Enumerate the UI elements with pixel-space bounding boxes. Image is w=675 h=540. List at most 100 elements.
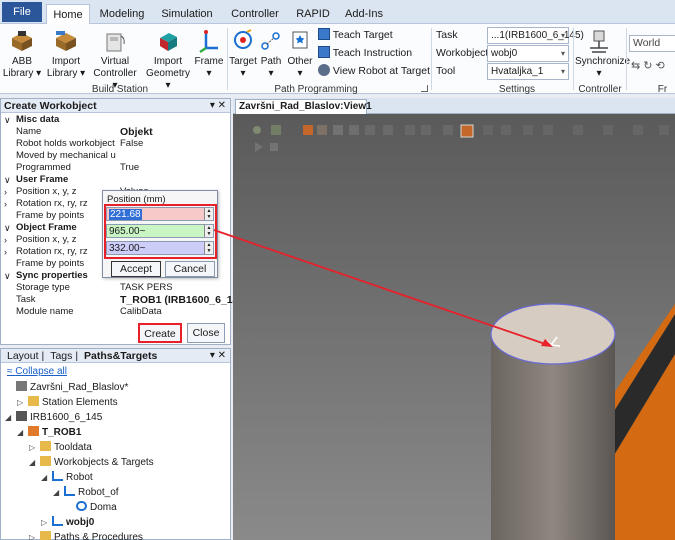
chevron-down-icon[interactable]: ∨ (4, 222, 11, 234)
chevron-right-icon[interactable]: › (4, 234, 7, 246)
tree-item[interactable]: ◢ Workobjects & Targets (29, 455, 154, 470)
accept-button[interactable]: Accept (111, 261, 161, 277)
tree-item[interactable]: ▷ wobj0 (41, 515, 94, 530)
chevron-right-icon[interactable]: › (4, 246, 7, 258)
property-value[interactable]: TASK PERS (120, 282, 173, 294)
chevron-down-icon[interactable]: ∨ (4, 174, 11, 186)
other-button[interactable]: Other ▾ (285, 28, 315, 80)
synchronize-icon (590, 30, 608, 53)
tree-expander-icon[interactable]: ◢ (5, 410, 15, 425)
tab-view1[interactable]: Završni_Rad_Blaslov:View1 ✕ (235, 99, 372, 125)
tree-item[interactable]: ◢ T_ROB1 (17, 425, 81, 440)
position-y-input[interactable]: 965.00~ ▲ ▼ (106, 224, 214, 238)
tab-controller[interactable]: Controller (224, 4, 286, 24)
station-tree: Završni_Rad_Blaslov* ▷ Station Elements ◢ IR… (1, 380, 230, 540)
property-value[interactable]: False (120, 138, 143, 150)
dialog-launcher-icon[interactable] (421, 85, 428, 92)
position-z-input[interactable]: 332.00~ ▲ ▼ (106, 241, 214, 255)
close-button[interactable]: Close (187, 323, 225, 343)
property-value[interactable]: Objekt (120, 126, 153, 138)
chevron-down-icon[interactable]: ∨ (4, 114, 11, 126)
property-row[interactable]: Moved by mechanical ur (1, 150, 230, 162)
reference-frame-combo[interactable]: World (629, 35, 675, 52)
tab-home[interactable]: Home (46, 4, 90, 25)
tool-combo[interactable]: Hvataljka_1 ▾ (487, 63, 569, 80)
property-value[interactable]: True (120, 162, 139, 174)
tool-combo-value: Hvataljka_1 (491, 66, 544, 77)
property-value[interactable]: CalibData (120, 306, 162, 318)
cancel-button[interactable]: Cancel (165, 261, 215, 277)
freehand-icons[interactable]: ⇆ ↻ ⟲ (631, 59, 665, 72)
chevron-right-icon[interactable]: › (4, 198, 7, 210)
tree-item[interactable]: ◢ Robot_of (53, 485, 119, 500)
tree-item-label: wobj0 (66, 517, 95, 528)
spinner-icon[interactable]: ▲ ▼ (204, 225, 213, 237)
tree-expander-icon[interactable]: ▷ (41, 515, 51, 530)
tab-file[interactable]: File (2, 2, 42, 22)
virtual-controller-button[interactable]: Virtual Controller ▾ (90, 28, 140, 92)
tree-item[interactable]: ▷ Paths & Procedures (29, 530, 143, 540)
property-row[interactable]: Module name CalibData (1, 306, 230, 318)
tab-modeling[interactable]: Modeling (94, 4, 150, 24)
panel-close-icon[interactable]: ▾ ✕ (210, 99, 226, 113)
tree-expander-icon[interactable]: ▷ (29, 530, 39, 540)
chevron-right-icon[interactable]: › (4, 186, 7, 198)
panel-close-icon[interactable]: ▾ ✕ (210, 349, 226, 363)
property-row[interactable]: Robot holds workobject False (1, 138, 230, 150)
property-category[interactable]: ∨ User Frame (1, 174, 230, 186)
tree-item[interactable]: Doma (65, 500, 117, 515)
tree-expander-icon[interactable]: ◢ (17, 425, 27, 440)
synchronize-button[interactable]: Synchronize ▾ (575, 28, 630, 80)
folder-icon (40, 456, 51, 466)
create-button[interactable]: Create (138, 323, 182, 343)
workobject-combo[interactable]: wobj0 ▾ (487, 45, 569, 62)
tab-layout[interactable]: Layout (4, 350, 42, 362)
frame-icon (199, 30, 218, 54)
chevron-down-icon[interactable]: ∨ (4, 270, 11, 282)
property-row[interactable]: Task T_ROB1 (IRB1600_6_145) (1, 294, 248, 306)
task-combo[interactable]: ...1(IRB1600_6_145) ▾ (487, 27, 584, 44)
target-button[interactable]: Target ▾ (229, 28, 257, 80)
tree-expander-icon[interactable]: ◢ (53, 485, 63, 500)
abb-library-button[interactable]: ABB Library ▾ (2, 28, 42, 80)
spinner-icon[interactable]: ▲ ▼ (204, 242, 213, 254)
property-value[interactable]: T_ROB1 (IRB1600_6_145) (120, 294, 248, 306)
property-row[interactable]: Storage type TASK PERS (1, 282, 230, 294)
import-library-label2: Library ▾ (46, 68, 86, 79)
tab-paths-targets[interactable]: Paths&Targets (81, 350, 160, 362)
tree-item[interactable]: ◢ Robot (41, 470, 93, 485)
tab-add-ins[interactable]: Add-Ins (338, 4, 390, 24)
tab-tags[interactable]: Tags (47, 350, 75, 362)
property-row[interactable]: Name Objekt (1, 126, 230, 138)
tab-simulation[interactable]: Simulation (156, 4, 218, 24)
property-row[interactable]: Programmed True (1, 162, 230, 174)
property-key: Position x, y, z (16, 186, 77, 197)
tree-item[interactable]: ▷ Tooldata (29, 440, 92, 455)
position-x-input[interactable]: 221.68 ▲ ▼ (106, 207, 214, 221)
import-geometry-label2: Geometry ▾ (146, 68, 190, 91)
property-key: Sync properties (16, 270, 88, 281)
spinner-icon[interactable]: ▲ ▼ (204, 208, 213, 220)
collapse-all-link[interactable]: ≈ Collapse all (7, 366, 67, 377)
tree-expander-icon[interactable]: ◢ (41, 470, 51, 485)
tree-item[interactable]: ▷ Station Elements (17, 395, 118, 410)
tree-item[interactable]: ◢ IRB1600_6_145 (5, 410, 102, 425)
3d-viewport[interactable] (233, 114, 675, 540)
teach-instruction-button[interactable]: Teach Instruction (318, 44, 412, 62)
group-label-controller: Controller (578, 84, 622, 95)
folder-icon (40, 531, 51, 540)
tree-expander-icon[interactable]: ▷ (29, 440, 39, 455)
import-library-button[interactable]: Import Library ▾ (46, 28, 86, 80)
view-robot-at-target-button[interactable]: View Robot at Target (318, 62, 430, 80)
target-icon (234, 29, 252, 49)
path-button[interactable]: Path ▾ (258, 28, 284, 80)
tree-item[interactable]: Završni_Rad_Blaslov* (5, 380, 128, 395)
tab-rapid[interactable]: RAPID (292, 4, 334, 24)
tree-expander-icon[interactable]: ◢ (29, 455, 39, 470)
teach-target-button[interactable]: Teach Target (318, 26, 393, 44)
import-geometry-button[interactable]: Import Geometry ▾ (144, 28, 192, 92)
frame-button[interactable]: Frame ▾ (194, 28, 224, 80)
tree-expander-icon[interactable]: ▷ (17, 395, 27, 410)
tree-item-label: IRB1600_6_145 (30, 412, 103, 423)
property-category[interactable]: ∨ Misc data (1, 114, 230, 126)
